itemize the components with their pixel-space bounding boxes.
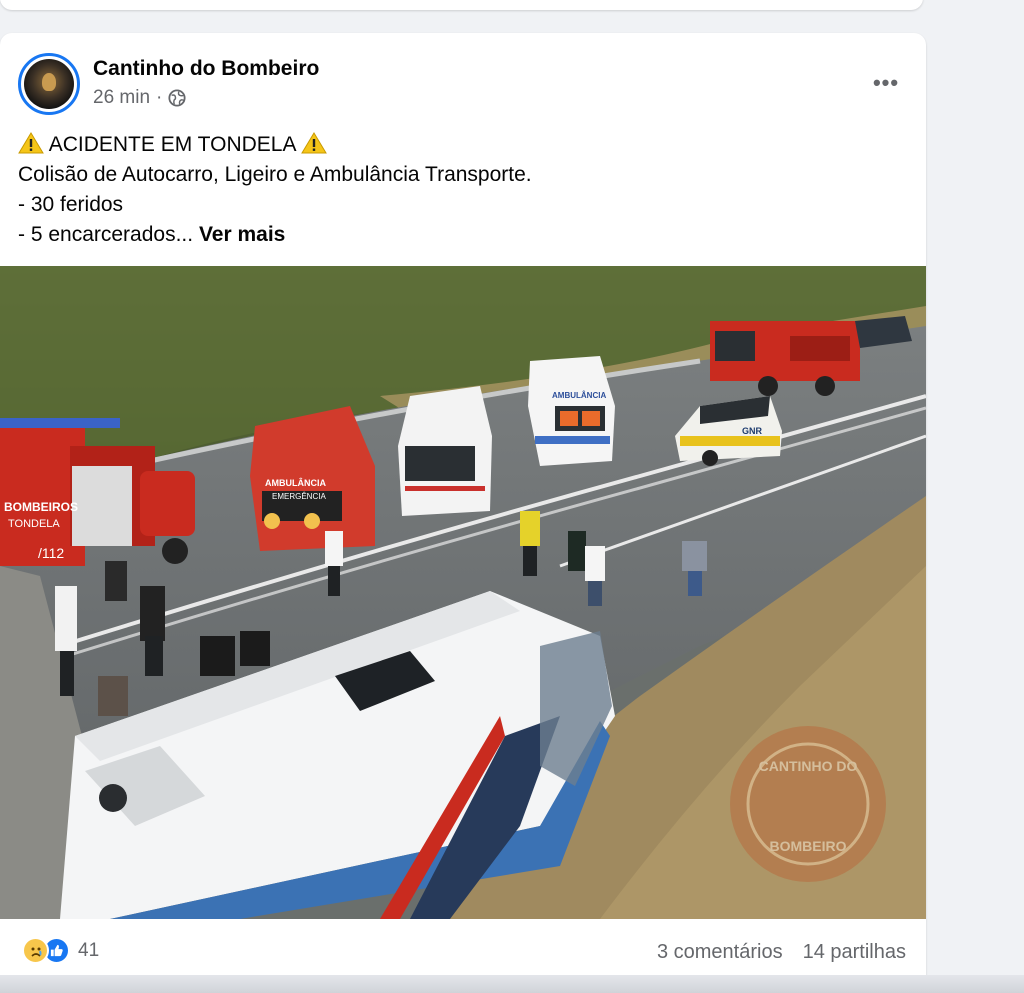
svg-text:BOMBEIROS: BOMBEIROS (4, 500, 78, 514)
white-van (398, 386, 492, 516)
svg-text:EMERGÊNCIA: EMERGÊNCIA (272, 492, 326, 501)
reactions-summary[interactable]: 41 (22, 937, 99, 964)
reaction-count: 41 (78, 939, 100, 961)
sad-reaction-icon (22, 937, 49, 964)
headline-text: ACIDENTE EM TONDELA (48, 133, 296, 156)
post-text: ACIDENTE EM TONDELA Colisão de Autocarro… (18, 130, 532, 250)
globe-icon[interactable] (168, 89, 186, 107)
text-line-4: - 5 encarcerados... Ver mais (18, 220, 532, 250)
post-card: Cantinho do Bombeiro 26 min · ••• ACIDEN… (0, 33, 926, 993)
svg-text:AMBULÂNCIA: AMBULÂNCIA (265, 477, 326, 488)
svg-text:CANTINHO DO: CANTINHO DO (759, 758, 858, 774)
svg-text:BOMBEIRO: BOMBEIRO (770, 838, 847, 854)
post-time[interactable]: 26 min (93, 87, 150, 109)
page-name-link[interactable]: Cantinho do Bombeiro (93, 57, 319, 81)
post-stats: 3 comentários 14 partilhas (657, 941, 906, 964)
white-ambulance: AMBULÂNCIA (528, 356, 615, 466)
comments-count[interactable]: 3 comentários (657, 941, 783, 964)
warning-icon (18, 132, 44, 154)
svg-text:GNR: GNR (742, 426, 763, 436)
previous-post-card-edge (0, 0, 923, 10)
see-more-link[interactable]: Ver mais (199, 223, 285, 246)
post-header: Cantinho do Bombeiro 26 min · ••• (18, 53, 908, 117)
svg-text:AMBULÂNCIA: AMBULÂNCIA (552, 391, 606, 400)
underlying-window-edge (0, 975, 1024, 993)
more-options-icon[interactable]: ••• (868, 65, 904, 101)
meta-separator: · (156, 87, 163, 108)
warning-icon (301, 132, 328, 154)
text-line-4-content: - 5 encarcerados... (18, 223, 194, 246)
avatar-image (24, 59, 74, 109)
watermark-logo: CANTINHO DO BOMBEIRO (730, 726, 886, 882)
text-line-2: Colisão de Autocarro, Ligeiro e Ambulânc… (18, 163, 532, 186)
svg-text:TONDELA: TONDELA (8, 518, 60, 530)
shares-count[interactable]: 14 partilhas (803, 941, 906, 964)
accident-scene-image: BOMBEIROS TONDELA /112 AMBULÂNCIA EMERGÊ… (0, 266, 926, 919)
red-ambulance: AMBULÂNCIA EMERGÊNCIA (250, 406, 375, 551)
headline-line: ACIDENTE EM TONDELA (18, 130, 532, 160)
post-photo[interactable]: BOMBEIROS TONDELA /112 AMBULÂNCIA EMERGÊ… (0, 266, 926, 919)
svg-text:/112: /112 (38, 545, 64, 561)
post-meta: 26 min · (93, 87, 186, 109)
page-avatar[interactable] (18, 53, 80, 115)
feed-background (940, 0, 1024, 993)
text-line-3: - 30 feridos (18, 193, 124, 216)
